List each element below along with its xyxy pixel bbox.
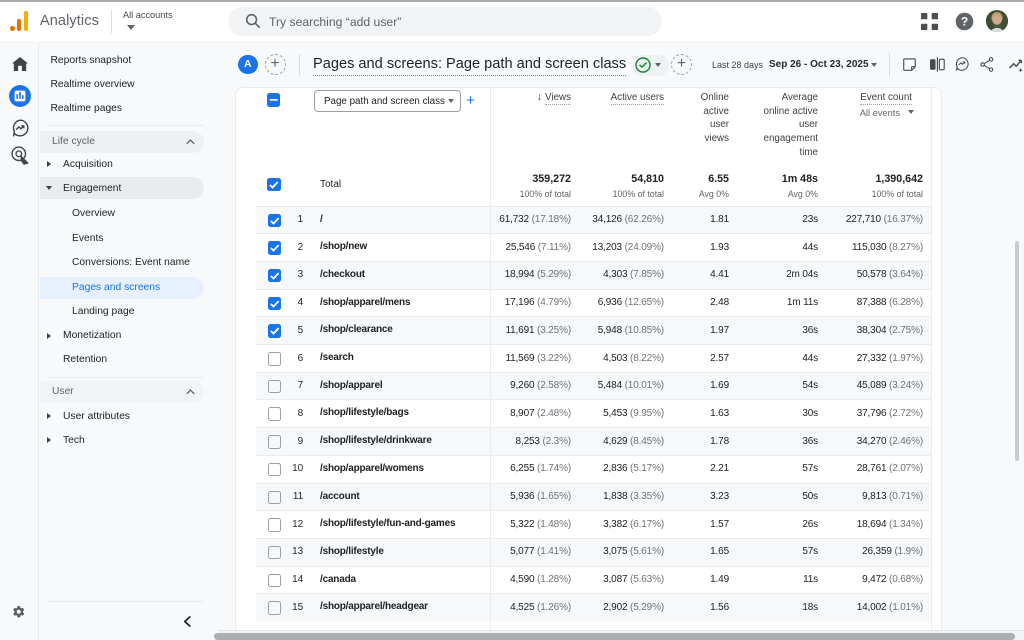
svg-text:?: ? <box>961 15 968 29</box>
